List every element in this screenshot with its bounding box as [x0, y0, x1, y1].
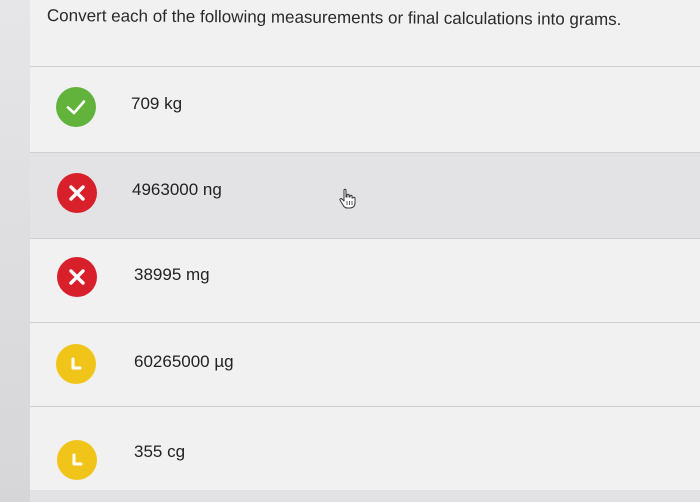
question-prompt: Convert each of the following measuremen… — [46, 6, 622, 30]
answer-value: 709 kg — [131, 94, 183, 113]
check-icon — [66, 100, 86, 115]
answer-value: 60265000 µg — [134, 352, 234, 371]
answer-row: 709 kg — [30, 66, 700, 152]
partial-credit-status-icon — [57, 440, 97, 480]
answer-row: 60265000 µg — [30, 322, 700, 406]
partial-credit-icon — [71, 357, 82, 370]
correct-status-icon — [56, 87, 96, 127]
hand-pointer-icon — [338, 188, 356, 215]
partial-credit-icon — [72, 453, 83, 466]
x-icon — [69, 185, 85, 201]
answer-value: 355 cg — [134, 442, 186, 461]
answer-row: 4963000 ng — [30, 152, 700, 238]
x-icon — [69, 269, 85, 285]
answer-row: 355 cg — [30, 406, 700, 490]
left-margin — [0, 0, 30, 502]
answer-value: 38995 mg — [134, 265, 210, 284]
question-panel: Convert each of the following measuremen… — [30, 0, 700, 502]
partial-credit-status-icon — [56, 344, 96, 384]
incorrect-status-icon — [57, 173, 97, 213]
incorrect-status-icon — [57, 257, 97, 297]
answer-value: 4963000 ng — [132, 180, 222, 199]
answer-row: 38995 mg — [30, 238, 700, 322]
bottom-edge — [30, 490, 700, 502]
